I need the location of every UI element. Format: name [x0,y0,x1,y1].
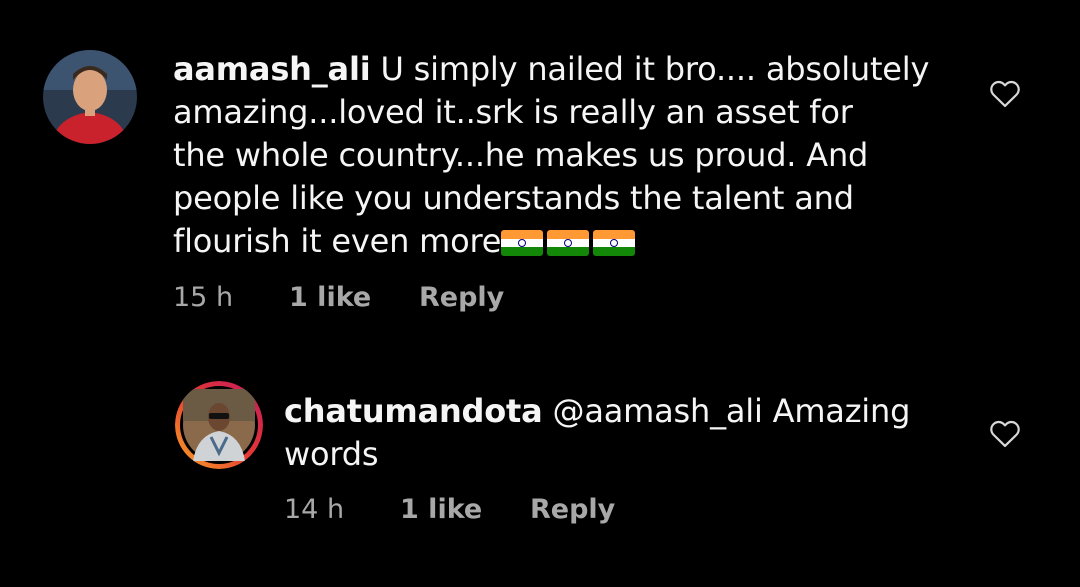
comment-line: words [284,435,379,473]
comment-line: flourish it even more [173,220,963,263]
heart-outline-icon[interactable] [988,78,1022,108]
comment-time: 15 h [173,282,234,313]
comments-screen: aamash_ali U simply nailed it bro.... ab… [0,0,1080,587]
reply-button[interactable]: Reply [530,494,615,525]
comment-body: chatumandota @aamash_ali Amazing words [284,390,964,476]
reply-button[interactable]: Reply [419,282,504,313]
comment-time: 14 h [284,494,345,525]
comment-text: flourish it even more [173,222,502,260]
comment-item: aamash_ali U simply nailed it bro.... ab… [0,0,1080,340]
reply-comment-item: chatumandota @aamash_ali Amazing words 1… [0,360,1080,580]
comment-text: @aamash_ali Amazing [552,392,911,430]
comment-line: chatumandota @aamash_ali Amazing [284,390,964,433]
avatar[interactable] [175,381,263,469]
comment-line: aamash_ali U simply nailed it bro.... ab… [173,48,963,91]
comment-line: amazing...loved it..srk is really an ass… [173,93,853,131]
comment-line: people like you understands the talent a… [173,179,854,217]
comment-text: U simply nailed it bro.... absolutely [380,50,930,88]
avatar-image [43,50,137,144]
comment-meta: 14 h 1 like Reply [284,494,615,525]
comment-line: the whole country...he makes us proud. A… [173,136,869,174]
avatar[interactable] [43,50,137,144]
avatar-image [175,381,263,469]
heart-outline-icon[interactable] [988,418,1022,448]
comment-username[interactable]: aamash_ali [173,50,371,88]
comment-likes[interactable]: 1 like [400,494,530,525]
comment-username[interactable]: chatumandota [284,392,543,430]
india-flag-icon [547,230,590,256]
india-flag-icon [501,230,544,256]
comment-meta: 15 h 1 like Reply [173,282,504,313]
comment-likes[interactable]: 1 like [289,282,419,313]
india-flag-icon [593,230,636,256]
comment-body: aamash_ali U simply nailed it bro.... ab… [173,48,963,263]
